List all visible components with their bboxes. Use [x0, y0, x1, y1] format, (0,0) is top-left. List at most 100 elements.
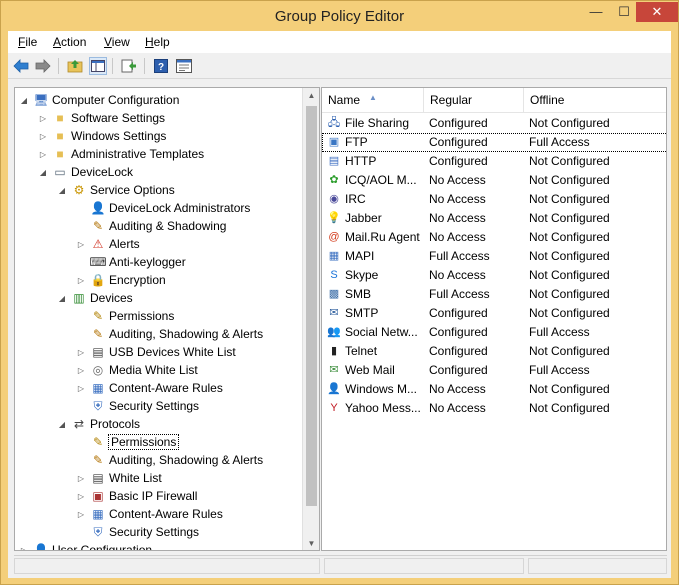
expand-arrow-icon[interactable]: ▷ [76, 240, 86, 249]
expand-arrow-icon[interactable]: ▷ [38, 132, 48, 141]
expand-arrow-icon[interactable]: ▷ [76, 492, 86, 501]
cell-name: ▣ FTP [326, 133, 426, 152]
back-arrow-icon[interactable] [12, 57, 30, 75]
expand-arrow-icon[interactable]: ▷ [76, 348, 86, 357]
tree-node[interactable]: ▷ ■ Windows Settings [38, 127, 166, 145]
tree-node[interactable]: ▷ ■ Administrative Templates [38, 145, 204, 163]
forward-arrow-icon[interactable] [34, 57, 52, 75]
tree-node[interactable]: ⌨ Anti-keylogger [76, 253, 185, 271]
properties-icon[interactable] [175, 57, 193, 75]
cell-name: S Skype [326, 266, 426, 285]
protocols-icon: ⇄ [73, 417, 85, 431]
tree-node[interactable]: ▷ ▤ USB Devices White List [76, 343, 236, 361]
tree-node[interactable]: ✎ Permissions [76, 433, 180, 451]
minimize-button[interactable]: — [583, 2, 609, 22]
export-list-icon[interactable] [120, 57, 138, 75]
status-segment [14, 558, 320, 574]
cell-regular: No Access [429, 211, 486, 225]
protocol-name: Jabber [345, 211, 382, 225]
help-icon[interactable]: ? [152, 57, 170, 75]
tree-node[interactable]: ✎ Auditing, Shadowing & Alerts [76, 451, 263, 469]
column-header-regular[interactable]: Regular [424, 88, 524, 113]
tree-node[interactable]: ▷ ◎ Media White List [76, 361, 198, 379]
expand-arrow-icon[interactable]: ▷ [76, 510, 86, 519]
tree-node-label: Protocols [90, 417, 141, 431]
list-row[interactable]: 👤 Windows M... No Access Not Configured [322, 380, 666, 399]
list-row[interactable]: @ Mail.Ru Agent No Access Not Configured [322, 228, 666, 247]
tree-node[interactable]: ◢ ⚙ Service Options [57, 181, 175, 199]
tree-node[interactable]: ▷ ▣ Basic IP Firewall [76, 487, 198, 505]
column-header-offline[interactable]: Offline [524, 88, 666, 113]
collapse-arrow-icon[interactable]: ◢ [57, 420, 67, 429]
list-row[interactable]: ▩ SMB Full Access Not Configured [322, 285, 666, 304]
expand-arrow-icon[interactable]: ▷ [38, 150, 48, 159]
list-row[interactable]: ▣ FTP Configured Full Access [322, 133, 666, 152]
close-button[interactable]: ✕ [636, 2, 678, 22]
list-row[interactable]: ✿ ICQ/AOL M... No Access Not Configured [322, 171, 666, 190]
menu-action[interactable]: Action [53, 35, 86, 49]
list-row[interactable]: ▮ Telnet Configured Not Configured [322, 342, 666, 361]
show-hide-tree-icon[interactable] [89, 57, 107, 75]
cell-name: Y Yahoo Mess... [326, 399, 426, 418]
scrollbar-thumb[interactable] [306, 106, 317, 506]
menu-help[interactable]: Help [145, 35, 170, 49]
tree-node[interactable]: 👤 DeviceLock Administrators [76, 199, 251, 217]
expand-arrow-icon[interactable]: ▷ [76, 384, 86, 393]
tree-node[interactable]: ✎ Auditing & Shadowing [76, 217, 226, 235]
collapse-arrow-icon[interactable]: ◢ [38, 168, 48, 177]
console-tree[interactable]: ◢ 🖥 Computer Configuration ▷ ■ Software Setti… [14, 87, 320, 551]
folder-icon: ■ [56, 111, 64, 125]
list-row[interactable]: ◉ IRC No Access Not Configured [322, 190, 666, 209]
menu-view[interactable]: View [104, 35, 130, 49]
tree-node[interactable]: ▷ ▦ Content-Aware Rules [76, 379, 223, 397]
list-row[interactable]: 🖧 File Sharing Configured Not Configured [322, 114, 666, 133]
tree-node[interactable]: ▷ 👤 User Configuration [19, 541, 152, 551]
tree-node[interactable]: ▷ ▤ White List [76, 469, 162, 487]
maximize-button[interactable]: ☐ [611, 2, 637, 22]
tree-node-label: DeviceLock [71, 165, 134, 179]
scroll-up-arrow-icon[interactable]: ▲ [303, 88, 319, 104]
list-row[interactable]: S Skype No Access Not Configured [322, 266, 666, 285]
toolbar-separator [112, 58, 113, 74]
list-row[interactable]: Y Yahoo Mess... No Access Not Configured [322, 399, 666, 418]
list-row[interactable]: ✉ SMTP Configured Not Configured [322, 304, 666, 323]
list-header: Name ▲ Regular Offline [322, 88, 666, 113]
tree-node[interactable]: ⛨ Security Settings [76, 397, 199, 415]
auditing-icon: ✎ [92, 219, 104, 233]
tree-node[interactable]: ▷ 🔒 Encryption [76, 271, 166, 289]
menu-file[interactable]: File [18, 35, 37, 49]
tree-node-label: Security Settings [109, 525, 200, 539]
tree-node[interactable]: ▷ ▦ Content-Aware Rules [76, 505, 223, 523]
expand-arrow-icon[interactable]: ▷ [76, 474, 86, 483]
details-list[interactable]: Name ▲ Regular Offline 🖧 File Sharing Conf… [321, 87, 667, 551]
collapse-arrow-icon[interactable]: ◢ [57, 294, 67, 303]
tree-node[interactable]: ▷ ■ Software Settings [38, 109, 165, 127]
cell-name: 🖧 File Sharing [326, 114, 426, 133]
list-row[interactable]: 👥 Social Netw... Configured Full Access [322, 323, 666, 342]
tree-node[interactable]: ◢ 🖥 Computer Configuration [19, 91, 179, 109]
tree-node[interactable]: ✎ Auditing, Shadowing & Alerts [76, 325, 263, 343]
expand-arrow-icon[interactable]: ▷ [19, 546, 29, 551]
scroll-down-arrow-icon[interactable]: ▼ [303, 536, 319, 550]
collapse-arrow-icon[interactable]: ◢ [19, 96, 29, 105]
tree-node[interactable]: ⛨ Security Settings [76, 523, 199, 541]
collapse-arrow-icon[interactable]: ◢ [57, 186, 67, 195]
expand-arrow-icon[interactable]: ▷ [76, 276, 86, 285]
tree-node[interactable]: ◢ ⇄ Protocols [57, 415, 140, 433]
column-header-name[interactable]: Name ▲ [322, 88, 424, 113]
tree-node[interactable]: ◢ ▥ Devices [57, 289, 133, 307]
tree-node[interactable]: ◢ ▭ DeviceLock [38, 163, 133, 181]
list-row[interactable]: 💡 Jabber No Access Not Configured [322, 209, 666, 228]
cell-offline: Not Configured [529, 154, 610, 168]
list-row[interactable]: ✉ Web Mail Configured Full Access [322, 361, 666, 380]
tree-node[interactable]: ✎ Permissions [76, 307, 174, 325]
tree-node[interactable]: ▷ ⚠ Alerts [76, 235, 140, 253]
telnet-icon: ▮ [330, 345, 338, 357]
expand-arrow-icon[interactable]: ▷ [76, 366, 86, 375]
client-area: File Action View Help ? ◢ 🖥 Computer Con… [8, 31, 671, 578]
tree-scrollbar[interactable]: ▲ ▼ [302, 88, 319, 550]
expand-arrow-icon[interactable]: ▷ [38, 114, 48, 123]
list-row[interactable]: ▦ MAPI Full Access Not Configured [322, 247, 666, 266]
up-folder-icon[interactable] [66, 57, 84, 75]
list-row[interactable]: ▤ HTTP Configured Not Configured [322, 152, 666, 171]
